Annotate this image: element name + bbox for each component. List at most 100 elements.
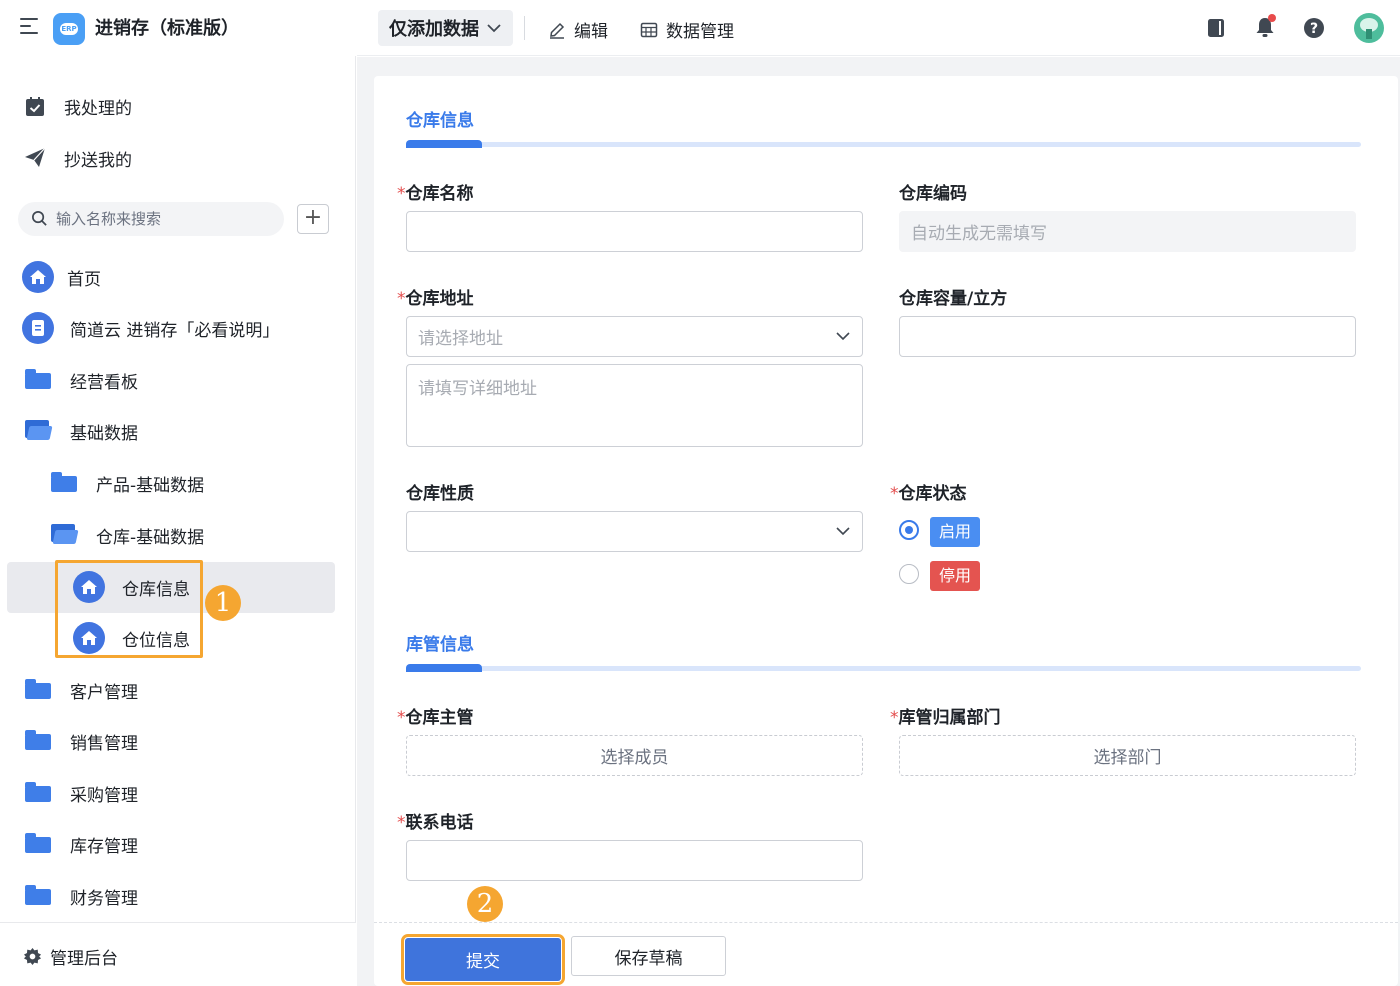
status-disabled-tag[interactable]: 停用: [930, 561, 981, 591]
edit-label: 编辑: [574, 22, 608, 42]
sidebar: ERP 进销存（标准版） 我处理的 抄送我的 + 首页: [0, 0, 356, 986]
data-manage-button[interactable]: 数据管理: [640, 17, 734, 42]
address-select-placeholder: 请选择地址: [418, 329, 503, 349]
folder-icon: [51, 472, 77, 492]
sidebar-item-product-basic-data[interactable]: 产品-基础数据: [0, 463, 356, 503]
phone-label: *联系电话: [397, 813, 474, 833]
main-content: 仓库信息 *仓库名称 仓库编码 自动生成无需填写 *仓库地址 请选择地址 请填写…: [357, 57, 1400, 986]
section-divider: [406, 140, 1361, 148]
sidebar-item-finance[interactable]: 财务管理: [0, 876, 356, 916]
search-input[interactable]: [56, 202, 276, 236]
capacity-input[interactable]: [899, 316, 1356, 357]
address-detail-textarea[interactable]: 请填写详细地址: [406, 364, 863, 447]
folder-icon: [25, 833, 51, 853]
folder-icon: [25, 782, 51, 802]
folder-icon: [25, 369, 51, 389]
annotation-highlight-box: [55, 560, 203, 658]
book-icon[interactable]: [1205, 17, 1227, 39]
chevron-down-icon: [487, 24, 501, 33]
folder-open-icon: [51, 524, 77, 544]
gear-icon: [23, 947, 42, 966]
select-member-button[interactable]: 选择成员: [406, 735, 863, 776]
help-icon[interactable]: ?: [1303, 17, 1325, 39]
edit-button[interactable]: 编辑: [548, 17, 608, 42]
sidebar-item-label: 库存管理: [70, 836, 138, 857]
warehouse-name-input[interactable]: [406, 211, 863, 252]
address-region-select[interactable]: 请选择地址: [406, 316, 863, 357]
submit-button[interactable]: 提交: [401, 934, 565, 985]
add-item-button[interactable]: +: [297, 204, 329, 234]
sidebar-item-label: 经营看板: [70, 372, 138, 393]
annotation-badge-2: 2: [467, 886, 503, 922]
mode-dropdown[interactable]: 仅添加数据: [378, 10, 513, 46]
toolbar-divider: [524, 16, 525, 40]
sidebar-item-inventory[interactable]: 库存管理: [0, 824, 356, 864]
sidebar-search: [18, 202, 284, 236]
sidebar-item-basic-data[interactable]: 基础数据: [0, 411, 356, 451]
section-divider: [406, 664, 1361, 672]
chevron-down-icon: [836, 332, 850, 341]
save-draft-button[interactable]: 保存草稿: [571, 936, 726, 976]
admin-console-label: 管理后台: [50, 948, 118, 969]
warehouse-code-input: 自动生成无需填写: [899, 211, 1356, 252]
sidebar-item-customers[interactable]: 客户管理: [0, 670, 356, 710]
status-disabled-radio[interactable]: [899, 564, 919, 584]
calendar-check-icon: [26, 97, 44, 116]
department-label: *库管归属部门: [890, 708, 1001, 728]
sidebar-item-label: 财务管理: [70, 888, 138, 909]
form-footer-divider: [374, 922, 1398, 923]
sidebar-header: ERP 进销存（标准版）: [0, 0, 356, 56]
form-card: 仓库信息 *仓库名称 仓库编码 自动生成无需填写 *仓库地址 请选择地址 请填写…: [374, 76, 1398, 986]
sidebar-item-label: 销售管理: [70, 733, 138, 754]
sidebar-item-cc-me[interactable]: 抄送我的: [0, 138, 356, 178]
phone-input[interactable]: [406, 840, 863, 881]
sidebar-item-label: 我处理的: [64, 98, 132, 119]
sidebar-item-dashboard[interactable]: 经营看板: [0, 360, 356, 400]
bell-icon[interactable]: [1253, 14, 1277, 40]
status-enabled-tag[interactable]: 启用: [930, 517, 981, 547]
avatar[interactable]: [1354, 13, 1384, 43]
svg-text:?: ?: [1310, 21, 1318, 37]
sidebar-item-sales[interactable]: 销售管理: [0, 721, 356, 761]
search-icon: [32, 211, 47, 226]
pencil-icon: [550, 22, 565, 39]
folder-icon: [25, 679, 51, 699]
warehouse-code-label: 仓库编码: [899, 184, 967, 204]
sidebar-item-my-processed[interactable]: 我处理的: [0, 86, 356, 126]
home-icon: [22, 261, 54, 293]
sidebar-item-label: 抄送我的: [64, 150, 132, 171]
annotation-badge-1: 1: [205, 585, 241, 621]
document-icon: [22, 312, 54, 344]
status-enabled-radio[interactable]: [899, 520, 919, 540]
app-logo-text: ERP: [60, 23, 78, 35]
sidebar-item-purchase[interactable]: 采购管理: [0, 773, 356, 813]
sidebar-item-home[interactable]: 首页: [0, 257, 356, 297]
warehouse-nature-select[interactable]: [406, 511, 863, 552]
warehouse-status-label: *仓库状态: [890, 484, 967, 504]
paper-plane-icon: [25, 147, 46, 167]
admin-console-link[interactable]: 管理后台: [0, 936, 356, 976]
folder-icon: [25, 885, 51, 905]
data-manage-label: 数据管理: [666, 22, 734, 42]
folder-icon: [25, 730, 51, 750]
app-title: 进销存（标准版）: [95, 18, 239, 39]
sidebar-footer: 管理后台: [0, 922, 356, 986]
table-icon: [640, 22, 658, 37]
warehouse-address-label: *仓库地址: [397, 289, 474, 309]
select-department-button[interactable]: 选择部门: [899, 735, 1356, 776]
top-bar: 仅添加数据 编辑 数据管理 ?: [357, 0, 1400, 56]
section-title-keeper: 库管信息: [406, 635, 474, 655]
sidebar-item-label: 简道云 进销存「必看说明」: [70, 320, 280, 341]
folder-open-icon: [25, 420, 51, 440]
sidebar-item-label: 产品-基础数据: [96, 475, 205, 496]
sidebar-item-label: 基础数据: [70, 423, 138, 444]
sidebar-item-label: 仓库-基础数据: [96, 527, 205, 548]
warehouse-manager-label: *仓库主管: [397, 708, 474, 728]
address-detail-placeholder: 请填写详细地址: [418, 379, 537, 399]
warehouse-nature-label: 仓库性质: [406, 484, 474, 504]
section-title-warehouse: 仓库信息: [406, 111, 474, 131]
sidebar-item-warehouse-basic-data[interactable]: 仓库-基础数据: [0, 515, 356, 555]
menu-collapse-icon[interactable]: [20, 18, 40, 36]
warehouse-name-label: *仓库名称: [397, 184, 474, 204]
sidebar-item-guide[interactable]: 简道云 进销存「必看说明」: [0, 308, 356, 348]
